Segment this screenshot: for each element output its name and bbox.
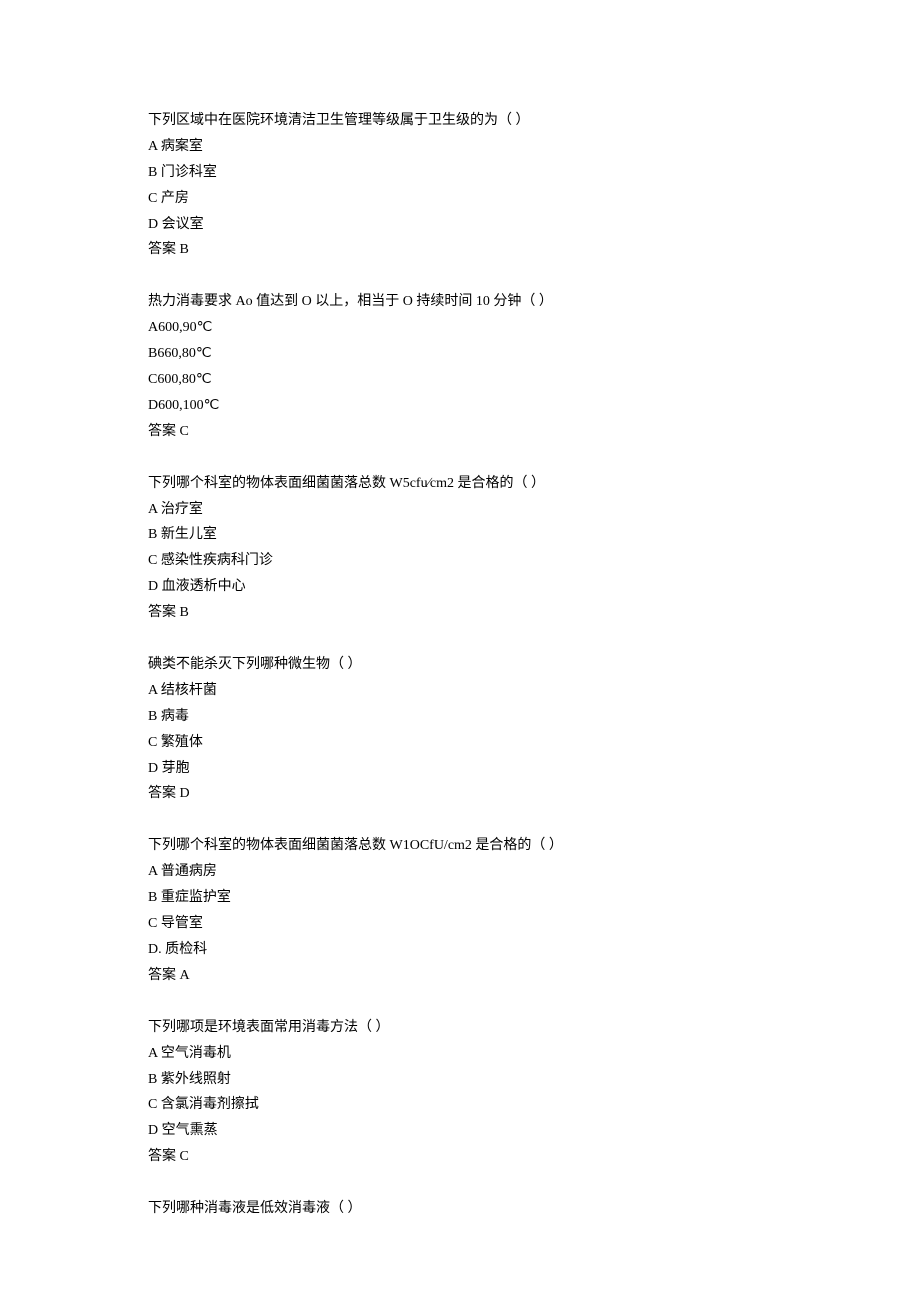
question-stem: 下列哪个科室的物体表面细菌菌落总数 W1OCfU/cm2 是合格的（ ）: [148, 833, 772, 859]
question-option: D 会议室: [148, 212, 772, 238]
question-option: B 新生儿室: [148, 522, 772, 548]
question-option: A600,90℃: [148, 315, 772, 341]
question-option: A 治疗室: [148, 497, 772, 523]
question-stem: 下列哪项是环境表面常用消毒方法（ ）: [148, 1015, 772, 1041]
question-option: D 芽胞: [148, 756, 772, 782]
question-block: 下列哪种消毒液是低效消毒液（ ）: [148, 1196, 772, 1222]
question-block: 下列区域中在医院环境清洁卫生管理等级属于卫生级的为（ ） A 病案室 B 门诊科…: [148, 108, 772, 263]
question-block: 热力消毒要求 Ao 值达到 O 以上，相当于 O 持续时间 10 分钟（ ） A…: [148, 289, 772, 444]
question-answer: 答案 C: [148, 419, 772, 445]
question-option: C 导管室: [148, 911, 772, 937]
question-block: 下列哪个科室的物体表面细菌菌落总数 W5cfu∕cm2 是合格的（ ） A 治疗…: [148, 471, 772, 626]
question-option: B 病毒: [148, 704, 772, 730]
question-option: B660,80℃: [148, 341, 772, 367]
question-option: A 结核杆菌: [148, 678, 772, 704]
question-option: C 含氯消毒剂擦拭: [148, 1092, 772, 1118]
question-stem: 下列哪个科室的物体表面细菌菌落总数 W5cfu∕cm2 是合格的（ ）: [148, 471, 772, 497]
question-option: C600,80℃: [148, 367, 772, 393]
question-option: D. 质检科: [148, 937, 772, 963]
question-stem: 下列哪种消毒液是低效消毒液（ ）: [148, 1196, 772, 1222]
question-answer: 答案 C: [148, 1144, 772, 1170]
question-option: A 空气消毒机: [148, 1041, 772, 1067]
question-stem: 下列区域中在医院环境清洁卫生管理等级属于卫生级的为（ ）: [148, 108, 772, 134]
question-option: D 血液透析中心: [148, 574, 772, 600]
question-option: B 紫外线照射: [148, 1067, 772, 1093]
document-body: 下列区域中在医院环境清洁卫生管理等级属于卫生级的为（ ） A 病案室 B 门诊科…: [148, 108, 772, 1222]
question-block: 碘类不能杀灭下列哪种微生物（ ） A 结核杆菌 B 病毒 C 繁殖体 D 芽胞 …: [148, 652, 772, 807]
question-option: D600,100℃: [148, 393, 772, 419]
question-block: 下列哪个科室的物体表面细菌菌落总数 W1OCfU/cm2 是合格的（ ） A 普…: [148, 833, 772, 988]
question-option: B 门诊科室: [148, 160, 772, 186]
question-answer: 答案 B: [148, 237, 772, 263]
question-stem: 热力消毒要求 Ao 值达到 O 以上，相当于 O 持续时间 10 分钟（ ）: [148, 289, 772, 315]
question-option: B 重症监护室: [148, 885, 772, 911]
question-option: C 感染性疾病科门诊: [148, 548, 772, 574]
question-block: 下列哪项是环境表面常用消毒方法（ ） A 空气消毒机 B 紫外线照射 C 含氯消…: [148, 1015, 772, 1170]
question-option: A 病案室: [148, 134, 772, 160]
question-option: C 繁殖体: [148, 730, 772, 756]
question-stem: 碘类不能杀灭下列哪种微生物（ ）: [148, 652, 772, 678]
question-answer: 答案 B: [148, 600, 772, 626]
question-option: C 产房: [148, 186, 772, 212]
question-option: D 空气熏蒸: [148, 1118, 772, 1144]
question-answer: 答案 D: [148, 781, 772, 807]
question-option: A 普通病房: [148, 859, 772, 885]
question-answer: 答案 A: [148, 963, 772, 989]
